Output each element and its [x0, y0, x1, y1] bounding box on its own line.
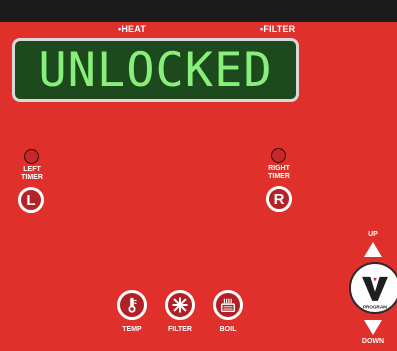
left-timer-label-line1: LEFT [23, 166, 41, 173]
status-display: UNLOCKED [12, 38, 299, 102]
program-knob[interactable]: PROGRAM [349, 262, 397, 314]
fryer-control-panel: •HEAT •FILTER UNLOCKED LEFT TIMER L RIGH… [0, 0, 397, 351]
left-timer-label: LEFT TIMER [10, 166, 54, 182]
left-timer-led [24, 149, 39, 164]
right-timer-label-line1: RIGHT [268, 165, 290, 172]
filter-label: FILTER [263, 24, 296, 34]
heat-indicator: •HEAT [118, 24, 146, 34]
boil-icon [220, 298, 236, 313]
right-timer-label-line2: TIMER [268, 173, 290, 180]
up-arrow-button[interactable] [364, 242, 382, 257]
up-label: UP [368, 231, 378, 238]
temp-button[interactable] [117, 290, 147, 320]
temp-label: TEMP [122, 326, 142, 333]
down-label: DOWN [361, 338, 385, 345]
program-knob-label: PROGRAM [363, 304, 387, 309]
right-timer-led [271, 148, 286, 163]
filter-button[interactable] [165, 290, 195, 320]
boil-label: BOIL [219, 326, 237, 333]
heat-label: HEAT [121, 24, 146, 34]
top-bar [0, 0, 397, 22]
filter-icon [172, 297, 188, 313]
down-arrow-button[interactable] [364, 320, 382, 335]
boil-button[interactable] [213, 290, 243, 320]
filter-indicator: •FILTER [260, 24, 295, 34]
program-v-icon: PROGRAM [362, 276, 388, 309]
right-timer-button[interactable]: R [266, 186, 292, 212]
right-timer-label: RIGHT TIMER [257, 165, 301, 181]
thermometer-icon [128, 297, 137, 313]
left-timer-button[interactable]: L [18, 187, 44, 213]
left-timer-label-line2: TIMER [21, 174, 43, 181]
display-text: UNLOCKED [38, 43, 273, 98]
filter-button-label: FILTER [168, 326, 192, 333]
